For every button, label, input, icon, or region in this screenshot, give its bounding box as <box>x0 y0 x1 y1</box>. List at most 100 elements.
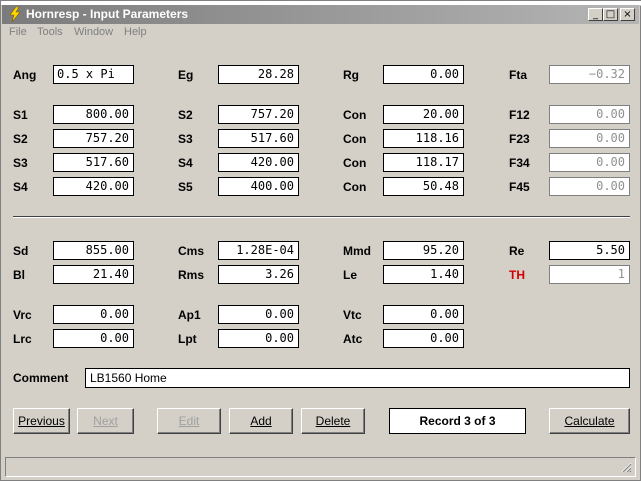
maximize-icon: □ <box>605 8 616 20</box>
driver-label-sd-r0c0: Sd <box>13 244 29 258</box>
horn-label-con-r3c2: Con <box>343 156 367 170</box>
horn-field-s4-r3c1[interactable]: 420.00 <box>218 153 299 172</box>
calculate-label: Calculate <box>564 414 615 428</box>
horn-label-f23-r2c3: F23 <box>509 132 530 146</box>
driver-label-th-r1c3: TH <box>509 268 525 282</box>
app-window: Hornresp - Input Parameters _ □ × File T… <box>0 0 641 481</box>
horn-field-eg-r0c1[interactable]: 28.28 <box>218 65 299 84</box>
previous-button[interactable]: Previous <box>13 408 70 434</box>
driver-label-rms-r1c1: Rms <box>178 268 205 282</box>
horn-field-con-r3c2[interactable]: 118.17 <box>383 153 464 172</box>
driver-label-vtc-r2c2: Vtc <box>343 308 362 322</box>
delete-label: Delete <box>315 414 351 428</box>
driver-label-lrc-r3c0: Lrc <box>13 332 32 346</box>
edit-label: Edit <box>178 414 200 428</box>
driver-field-vtc-r2c2[interactable]: 0.00 <box>383 305 464 324</box>
delete-button[interactable]: Delete <box>301 408 365 434</box>
driver-field-ap1-r2c1[interactable]: 0.00 <box>218 305 299 324</box>
driver-field-lrc-r3c0[interactable]: 0.00 <box>53 329 134 348</box>
horn-field-f45-r4c3: 0.00 <box>549 177 630 196</box>
driver-label-ap1-r2c1: Ap1 <box>178 308 201 322</box>
horn-label-con-r2c2: Con <box>343 132 367 146</box>
horn-field-fta-r0c3: −0.32 <box>549 65 630 84</box>
lightning-icon <box>9 7 21 22</box>
calculate-button[interactable]: Calculate <box>549 408 630 434</box>
driver-field-bl-r1c0[interactable]: 21.40 <box>53 265 134 284</box>
minimize-button[interactable]: _ <box>588 8 603 21</box>
comment-label: Comment <box>13 371 69 385</box>
horn-label-s2-r1c1: S2 <box>178 108 193 122</box>
horn-label-con-r1c2: Con <box>343 108 367 122</box>
driver-label-bl-r1c0: Bl <box>13 268 25 282</box>
horn-field-ang-r0c0[interactable]: 0.5 x Pi <box>53 65 134 84</box>
horn-field-s4-r4c0[interactable]: 420.00 <box>53 177 134 196</box>
driver-label-cms-r0c1: Cms <box>178 244 205 258</box>
menu-file[interactable]: File <box>9 26 27 38</box>
horn-label-s5-r4c1: S5 <box>178 180 193 194</box>
record-indicator: Record 3 of 3 <box>389 408 526 434</box>
horn-label-s4-r3c1: S4 <box>178 156 193 170</box>
horn-label-f34-r3c3: F34 <box>509 156 530 170</box>
driver-label-mmd-r0c2: Mmd <box>343 244 371 258</box>
driver-field-lpt-r3c1[interactable]: 0.00 <box>218 329 299 348</box>
driver-label-atc-r3c2: Atc <box>343 332 363 346</box>
horn-label-ang-r0c0: Ang <box>13 68 37 82</box>
resize-grip-icon[interactable] <box>620 461 632 473</box>
horn-field-con-r4c2[interactable]: 50.48 <box>383 177 464 196</box>
menu-window[interactable]: Window <box>74 26 113 38</box>
driver-field-cms-r0c1[interactable]: 1.28E-04 <box>218 241 299 260</box>
driver-field-atc-r3c2[interactable]: 0.00 <box>383 329 464 348</box>
horn-label-fta-r0c3: Fta <box>509 68 527 82</box>
driver-field-mmd-r0c2[interactable]: 95.20 <box>383 241 464 260</box>
horn-field-s1-r1c0[interactable]: 800.00 <box>53 105 134 124</box>
horn-field-s5-r4c1[interactable]: 400.00 <box>218 177 299 196</box>
horn-label-s3-r3c0: S3 <box>13 156 28 170</box>
section-divider <box>13 216 630 218</box>
horn-label-rg-r0c2: Rg <box>343 68 359 82</box>
horn-field-f23-r2c3: 0.00 <box>549 129 630 148</box>
horn-label-eg-r0c1: Eg <box>178 68 194 82</box>
driver-label-le-r1c2: Le <box>343 268 358 282</box>
previous-label: Previous <box>18 414 65 428</box>
title-bar[interactable]: Hornresp - Input Parameters _ □ × <box>2 5 639 24</box>
horn-label-f12-r1c3: F12 <box>509 108 530 122</box>
horn-field-s3-r3c0[interactable]: 517.60 <box>53 153 134 172</box>
driver-field-le-r1c2[interactable]: 1.40 <box>383 265 464 284</box>
horn-field-s3-r2c1[interactable]: 517.60 <box>218 129 299 148</box>
add-button[interactable]: Add <box>229 408 293 434</box>
horn-field-f34-r3c3: 0.00 <box>549 153 630 172</box>
driver-label-vrc-r2c0: Vrc <box>13 308 32 322</box>
next-label: Next <box>93 414 118 428</box>
horn-field-con-r2c2[interactable]: 118.16 <box>383 129 464 148</box>
driver-label-lpt-r3c1: Lpt <box>178 332 197 346</box>
next-button[interactable]: Next <box>77 408 134 434</box>
comment-field[interactable]: LB1560 Home <box>85 368 630 388</box>
driver-label-re-r0c3: Re <box>509 244 525 258</box>
edit-button[interactable]: Edit <box>157 408 221 434</box>
minimize-icon: _ <box>593 8 598 20</box>
horn-field-f12-r1c3: 0.00 <box>549 105 630 124</box>
status-bar <box>5 457 636 477</box>
driver-field-rms-r1c1[interactable]: 3.26 <box>218 265 299 284</box>
horn-label-f45-r4c3: F45 <box>509 180 530 194</box>
driver-field-th-r1c3: 1 <box>549 265 630 284</box>
close-icon: × <box>623 8 632 20</box>
horn-label-con-r4c2: Con <box>343 180 367 194</box>
horn-field-rg-r0c2[interactable]: 0.00 <box>383 65 464 84</box>
driver-field-vrc-r2c0[interactable]: 0.00 <box>53 305 134 324</box>
horn-label-s2-r2c0: S2 <box>13 132 28 146</box>
menu-bar: File Tools Window Help <box>2 24 639 42</box>
driver-field-re-r0c3[interactable]: 5.50 <box>549 241 630 260</box>
menu-help[interactable]: Help <box>124 26 147 38</box>
horn-field-s2-r2c0[interactable]: 757.20 <box>53 129 134 148</box>
maximize-button[interactable]: □ <box>603 8 618 21</box>
horn-field-s2-r1c1[interactable]: 757.20 <box>218 105 299 124</box>
close-button[interactable]: × <box>620 8 635 21</box>
horn-label-s3-r2c1: S3 <box>178 132 193 146</box>
horn-label-s4-r4c0: S4 <box>13 180 28 194</box>
menu-tools[interactable]: Tools <box>37 26 63 38</box>
horn-label-s1-r1c0: S1 <box>13 108 28 122</box>
add-label: Add <box>250 414 272 428</box>
driver-field-sd-r0c0[interactable]: 855.00 <box>53 241 134 260</box>
horn-field-con-r1c2[interactable]: 20.00 <box>383 105 464 124</box>
